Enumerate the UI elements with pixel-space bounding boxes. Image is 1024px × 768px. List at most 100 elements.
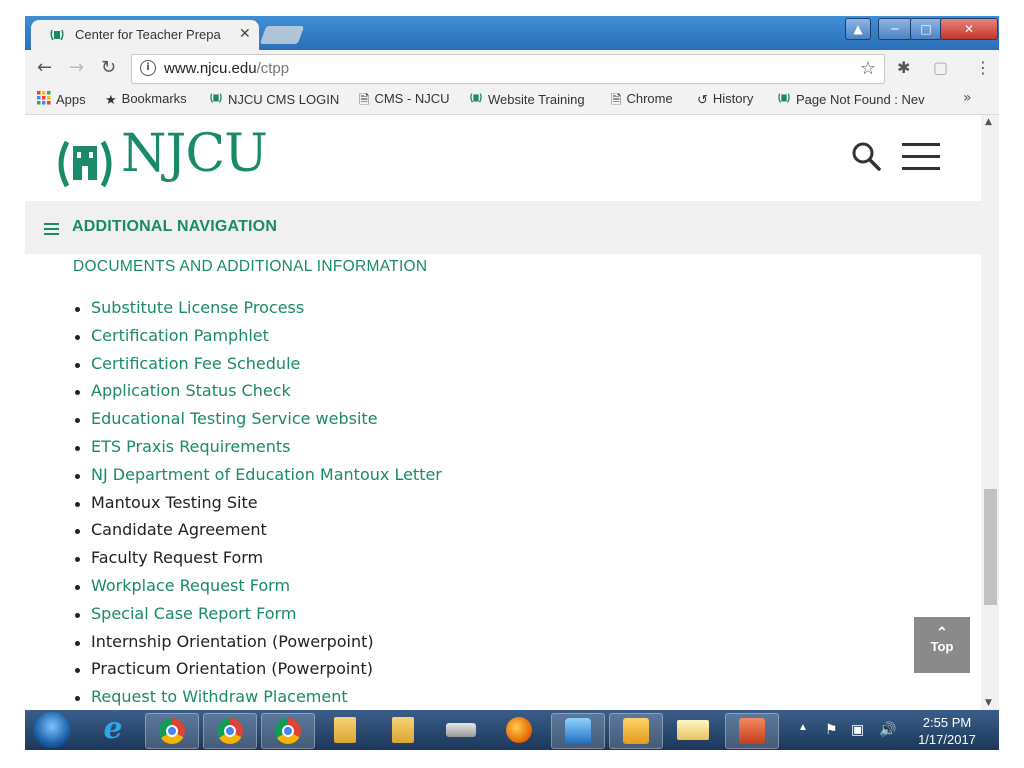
- document-link-special-case[interactable]: Special Case Report Form: [73, 604, 442, 632]
- taskbar-folder-1[interactable]: [319, 713, 371, 747]
- close-window-button[interactable]: ✕: [940, 18, 998, 40]
- tray-expand-arrow-icon[interactable]: ▲: [798, 722, 808, 733]
- scrollbar-thumb[interactable]: [984, 489, 997, 605]
- browser-toolbar: ← → ↻ i www.njcu.edu/ctpp ☆ ✱ ▢ ⋮: [25, 50, 999, 86]
- minimize-button[interactable]: ─: [878, 18, 912, 40]
- taskbar-folder-2[interactable]: [377, 713, 429, 747]
- menu-dots-icon[interactable]: ⋮: [975, 58, 991, 77]
- document-link-withdraw-placement[interactable]: Request to Withdraw Placement: [73, 687, 442, 710]
- taskbar-drive[interactable]: [435, 713, 487, 747]
- taskbar-chrome-3[interactable]: [261, 713, 315, 749]
- document-link-application-status[interactable]: Application Status Check: [73, 381, 442, 409]
- history-icon: ↺: [697, 92, 708, 107]
- bookmark-label: Page Not Found : Nev: [796, 92, 925, 107]
- hamburger-menu-icon[interactable]: [902, 143, 940, 179]
- page-icon: 🗎: [359, 92, 370, 107]
- additional-navigation-toggle[interactable]: ADDITIONAL NAVIGATION: [25, 201, 981, 254]
- chrome-icon: [275, 718, 301, 744]
- system-clock[interactable]: 2:55 PM 1/17/2017: [909, 714, 985, 748]
- bookmark-history[interactable]: ↺ History: [697, 91, 753, 108]
- scroll-up-arrow-icon[interactable]: ▲: [985, 117, 992, 127]
- document-link-ets-website[interactable]: Educational Testing Service website: [73, 409, 442, 437]
- document-link-praxis[interactable]: ETS Praxis Requirements: [73, 437, 442, 465]
- star-icon: ★: [105, 92, 117, 107]
- bookmarks-overflow-chevron-icon[interactable]: »: [963, 90, 972, 106]
- back-to-top-button[interactable]: ⌃ Top: [914, 617, 970, 673]
- back-to-top-label: Top: [930, 639, 954, 654]
- document-item-practicum-orientation: Practicum Orientation (Powerpoint): [73, 659, 442, 687]
- taskbar-internet-explorer[interactable]: e: [87, 713, 139, 747]
- maximize-button[interactable]: □: [910, 18, 942, 40]
- action-center-flag-icon[interactable]: ⚑: [825, 721, 838, 738]
- tab-title: Center for Teacher Prepa: [75, 27, 221, 42]
- bookmark-website-training[interactable]: Website Training: [469, 91, 585, 108]
- taskbar-chrome-2[interactable]: [203, 713, 257, 749]
- taskbar-chrome-1[interactable]: [145, 713, 199, 749]
- taskbar-outlook[interactable]: [609, 713, 663, 749]
- chrome-icon: [159, 718, 185, 744]
- njcu-favicon-icon: [469, 91, 483, 108]
- media-player-icon: [565, 718, 591, 744]
- bookmark-page-not-found[interactable]: Page Not Found : Nev: [777, 91, 957, 108]
- bookmark-chrome[interactable]: 🗎 Chrome: [611, 91, 673, 113]
- bookmark-label: Bookmarks: [121, 91, 187, 106]
- mail-envelope-icon: [677, 720, 709, 740]
- bookmark-label: Apps: [56, 92, 86, 107]
- bookmark-bookmarks[interactable]: ★ Bookmarks: [105, 91, 187, 108]
- bookmark-star-icon[interactable]: ☆: [860, 58, 876, 79]
- taskbar-powerpoint[interactable]: [725, 713, 779, 749]
- back-arrow-icon[interactable]: ←: [37, 57, 52, 78]
- document-link-workplace-request[interactable]: Workplace Request Form: [73, 576, 442, 604]
- logo-text: NJCU: [121, 124, 268, 184]
- powerpoint-icon: [739, 718, 765, 744]
- document-link-substitute-license[interactable]: Substitute License Process: [73, 298, 442, 326]
- clock-time: 2:55 PM: [922, 715, 972, 730]
- chevron-up-icon: ⌃: [936, 624, 948, 640]
- site-info-icon[interactable]: i: [140, 60, 156, 76]
- address-bar[interactable]: i www.njcu.edu/ctpp ☆: [131, 54, 885, 84]
- url-path: /ctpp: [256, 60, 290, 77]
- bookmark-apps[interactable]: Apps: [37, 91, 86, 108]
- extension-puzzle-icon[interactable]: ✱: [897, 58, 910, 77]
- bookmark-label: History: [712, 91, 754, 106]
- url-host: www.njcu.edu: [164, 60, 257, 77]
- taskbar-media-player[interactable]: [551, 713, 605, 749]
- scroll-down-arrow-icon[interactable]: ▼: [985, 698, 992, 708]
- pdf-extension-icon[interactable]: ▢: [933, 58, 948, 77]
- search-icon[interactable]: [851, 141, 881, 175]
- tab-close-icon[interactable]: ✕: [239, 26, 251, 42]
- taskbar-mail[interactable]: [667, 713, 719, 747]
- forward-arrow-icon[interactable]: →: [69, 57, 84, 78]
- page-icon: 🗎: [611, 92, 622, 107]
- document-link-fee-schedule[interactable]: Certification Fee Schedule: [73, 354, 442, 382]
- document-item-internship-orientation: Internship Orientation (Powerpoint): [73, 632, 442, 660]
- document-link-mantoux-letter[interactable]: NJ Department of Education Mantoux Lette…: [73, 465, 442, 493]
- reload-icon[interactable]: ↻: [101, 57, 116, 78]
- url-text: www.njcu.edu/ctpp: [164, 60, 289, 77]
- profile-icon[interactable]: ▲: [845, 18, 871, 40]
- apps-grid-icon: [37, 91, 51, 108]
- bookmark-label: Website Training: [488, 92, 585, 107]
- bookmark-label: CMS - NJCU: [374, 91, 450, 106]
- browser-tab[interactable]: Center for Teacher Prepa ✕: [31, 20, 259, 50]
- document-item-faculty-request: Faculty Request Form: [73, 548, 442, 576]
- clock-date: 1/17/2017: [918, 732, 976, 747]
- page-scrollbar[interactable]: ▲ ▼: [981, 115, 999, 710]
- volume-icon[interactable]: 🔊: [879, 721, 896, 738]
- internet-explorer-icon: e: [103, 711, 123, 746]
- folder-icon: [392, 717, 414, 743]
- njcu-favicon-icon: [49, 27, 65, 47]
- njcu-favicon-icon: [777, 91, 791, 108]
- bookmark-cms-njcu[interactable]: 🗎 CMS - NJCU: [359, 91, 450, 113]
- new-tab-button[interactable]: [259, 26, 305, 44]
- start-button[interactable]: [33, 712, 71, 748]
- document-link-certification-pamphlet[interactable]: Certification Pamphlet: [73, 326, 442, 354]
- taskbar-firefox[interactable]: [493, 713, 545, 747]
- chrome-icon: [217, 718, 243, 744]
- firefox-icon: [506, 717, 532, 743]
- document-item-mantoux-site: Mantoux Testing Site: [73, 493, 442, 521]
- web-page: NJCU ADDITIONAL NAVIGATION DOCUMENTS AND…: [25, 115, 981, 710]
- bookmark-njcu-cms-login[interactable]: NJCU CMS LOGIN: [209, 91, 339, 108]
- network-icon[interactable]: ▣: [851, 721, 864, 738]
- njcu-logo[interactable]: NJCU: [53, 124, 268, 200]
